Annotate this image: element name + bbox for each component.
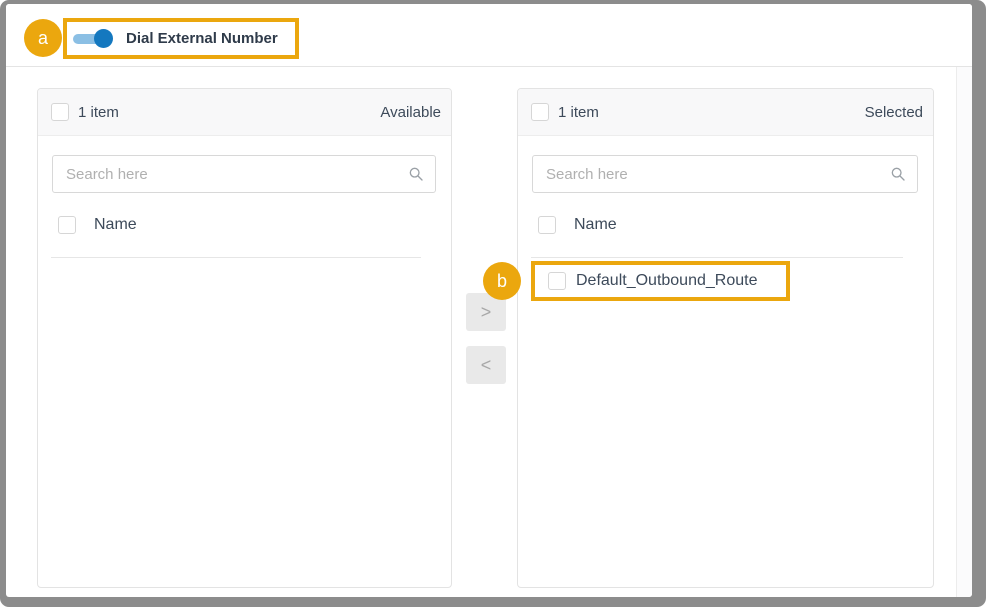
annotation-badge-a: a — [24, 19, 62, 57]
annotation-badge-b-label: b — [497, 271, 507, 292]
available-count: 1 item — [78, 104, 119, 121]
annotation-badge-a-label: a — [38, 28, 48, 49]
annotation-box-a: Dial External Number — [63, 18, 299, 59]
toggle-section: a Dial External Number — [6, 4, 972, 67]
move-left-button[interactable]: < — [466, 346, 506, 384]
selected-name-header-row: Name — [518, 193, 933, 257]
available-panel-header: 1 item Available — [38, 89, 451, 136]
search-icon — [408, 166, 424, 182]
annotation-badge-b: b — [483, 262, 521, 300]
available-header-divider — [51, 257, 421, 258]
row-name-label: Default_Outbound_Route — [576, 272, 757, 290]
vertical-scrollbar-track[interactable] — [956, 67, 972, 597]
selected-panel-header: 1 item Selected — [518, 89, 933, 136]
selected-name-header-label: Name — [574, 216, 617, 234]
available-name-header-label: Name — [94, 216, 137, 234]
selected-search-input[interactable] — [532, 155, 918, 193]
row-checkbox[interactable] — [548, 272, 566, 290]
selected-select-all-checkbox[interactable] — [531, 103, 549, 121]
search-icon — [890, 166, 906, 182]
page-content: a Dial External Number 1 item Available — [6, 4, 972, 597]
selected-name-header-checkbox[interactable] — [538, 216, 556, 234]
available-select-all-checkbox[interactable] — [51, 103, 69, 121]
available-name-header-checkbox[interactable] — [58, 216, 76, 234]
toggle-label: Dial External Number — [126, 30, 278, 47]
toggle-thumb — [94, 29, 113, 48]
selected-panel: 1 item Selected Name Default_Outbound_Ro… — [517, 88, 934, 588]
available-title: Available — [380, 104, 441, 121]
dial-external-number-toggle[interactable] — [73, 29, 113, 48]
available-name-header-row: Name — [38, 193, 451, 257]
available-search — [52, 155, 436, 193]
table-row-default-outbound-route[interactable]: Default_Outbound_Route — [518, 258, 933, 304]
window-frame: a Dial External Number 1 item Available — [0, 0, 986, 607]
selected-search — [532, 155, 918, 193]
selected-count: 1 item — [558, 104, 599, 121]
selected-title: Selected — [865, 104, 923, 121]
available-search-input[interactable] — [52, 155, 436, 193]
available-panel: 1 item Available Name — [37, 88, 452, 588]
